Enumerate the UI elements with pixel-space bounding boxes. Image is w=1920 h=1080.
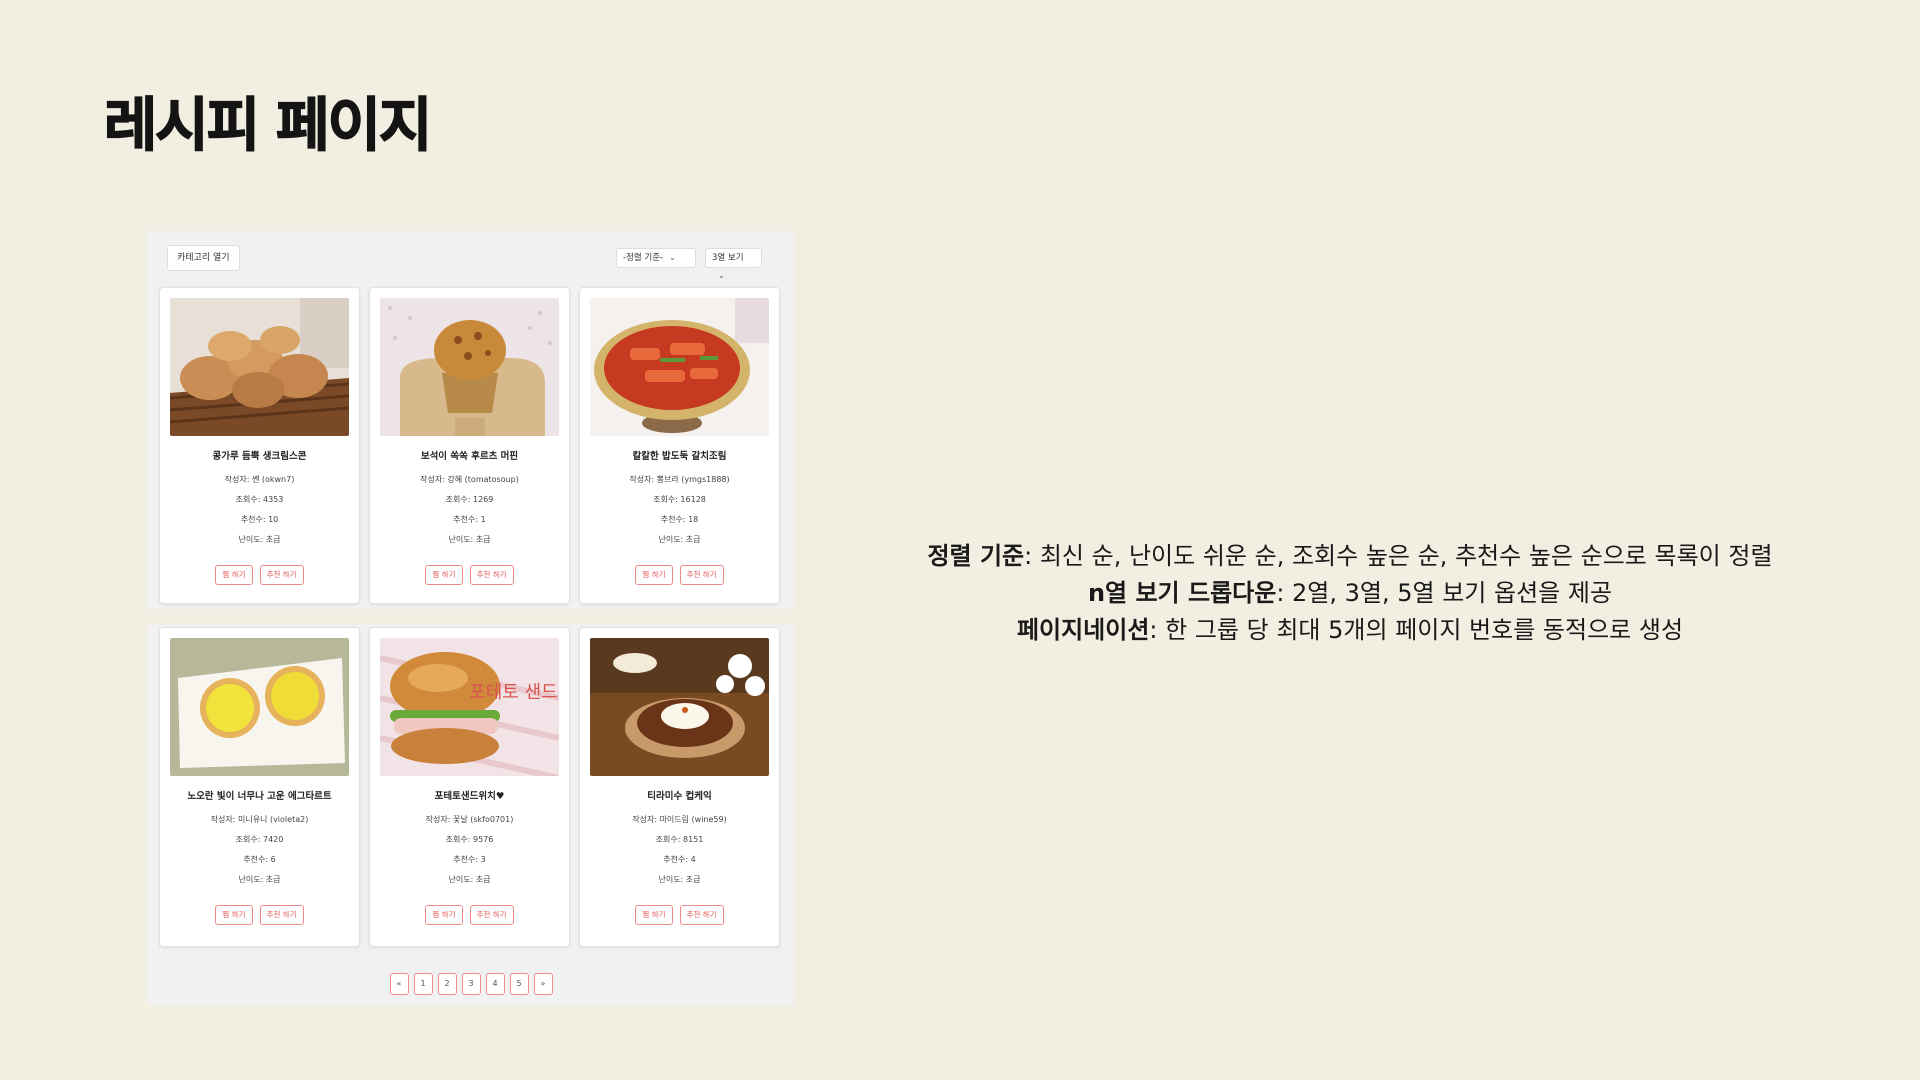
recipe-difficulty: 난이도: 초급: [658, 535, 701, 544]
sort-select-value: -정렬 기준-: [623, 253, 664, 263]
recipe-author: 작성자: 꽃날 (skfo0701): [425, 815, 514, 824]
chevron-down-icon: ⌄: [718, 271, 725, 280]
page-button-3[interactable]: 3: [461, 973, 481, 995]
next-page-button[interactable]: »: [533, 973, 553, 995]
save-button[interactable]: 찜 하기: [425, 565, 463, 585]
recipe-likes: 추천수: 3: [453, 855, 486, 864]
recipe-author: 작성자: 쏀 (okwn7): [224, 475, 295, 484]
toolbar: 카테고리 열기 -정렬 기준- ⌄ 3열 보기 ⌄: [147, 231, 795, 281]
recommend-button[interactable]: 추천 하기: [469, 565, 514, 585]
recommend-button[interactable]: 추천 하기: [679, 565, 724, 585]
recipe-card[interactable]: 보석이 쏙쏙 후르츠 머핀 작성자: 강혜 (tomatosoup) 조회수: …: [369, 287, 570, 604]
page-button-5[interactable]: 5: [509, 973, 529, 995]
recipe-views: 조회수: 8151: [655, 835, 704, 844]
recipe-views: 조회수: 4353: [235, 495, 284, 504]
save-button[interactable]: 찜 하기: [425, 905, 463, 925]
recommend-button[interactable]: 추천 하기: [679, 905, 724, 925]
page-button-2[interactable]: 2: [437, 973, 457, 995]
recipe-image-braised-fish[interactable]: [590, 298, 769, 436]
recipe-card[interactable]: 포테토 샌드위치 포테토샌드위치♥ 작성자: 꽃날 (skfo0701) 조회수…: [369, 627, 570, 947]
description-label: 정렬 기준: [927, 542, 1025, 570]
recipe-author: 작성자: 강혜 (tomatosoup): [420, 475, 519, 484]
slide-title: 레시피 페이지: [103, 90, 433, 160]
description-text: : 2열, 3열, 5열 보기 옵션을 제공: [1276, 579, 1613, 607]
recipe-difficulty: 난이도: 초급: [448, 535, 491, 544]
save-button[interactable]: 찜 하기: [635, 565, 673, 585]
description-label: 페이지네이션: [1016, 616, 1150, 644]
description-text: : 최신 순, 난이도 쉬운 순, 조회수 높은 순, 추천수 높은 순으로 목…: [1024, 542, 1773, 570]
recipe-image-tiramisu[interactable]: [590, 638, 769, 776]
description-line: n열 보기 드롭다운: 2열, 3열, 5열 보기 옵션을 제공: [900, 575, 1800, 612]
recipe-card[interactable]: 노오란 빛이 너무나 고운 에그타르트 작성자: 미니유니 (violeta2)…: [159, 627, 360, 947]
description-line: 정렬 기준: 최신 순, 난이도 쉬운 순, 조회수 높은 순, 추천수 높은 …: [900, 538, 1800, 575]
recipe-image-muffin[interactable]: [380, 298, 559, 436]
pagination: « 1 2 3 4 5 »: [147, 973, 795, 995]
chevron-down-icon: ⌄: [669, 253, 676, 262]
recipe-title[interactable]: 노오란 빛이 너무나 고운 에그타르트: [160, 788, 359, 802]
sort-select[interactable]: -정렬 기준- ⌄: [616, 248, 696, 268]
page-button-1[interactable]: 1: [413, 973, 433, 995]
feature-description: 정렬 기준: 최신 순, 난이도 쉬운 순, 조회수 높은 순, 추천수 높은 …: [900, 538, 1800, 649]
save-button[interactable]: 찜 하기: [215, 905, 253, 925]
recipe-card[interactable]: 티라미수 컵케익 작성자: 마이드림 (wine59) 조회수: 8151 추천…: [579, 627, 780, 947]
recipe-author: 작성자: 뽕브라 (ymgs1888): [629, 475, 730, 484]
recipe-views: 조회수: 16128: [653, 495, 706, 504]
description-text: : 한 그룹 당 최대 5개의 페이지 번호를 동적으로 생성: [1149, 616, 1684, 644]
recipe-title[interactable]: 콩가루 듬뿍 생크림스콘: [160, 448, 359, 462]
recipe-views: 조회수: 7420: [235, 835, 284, 844]
card-actions: 찜 하기 추천 하기: [370, 902, 569, 925]
recommend-button[interactable]: 추천 하기: [469, 905, 514, 925]
recommend-button[interactable]: 추천 하기: [259, 565, 304, 585]
recipe-likes: 추천수: 10: [240, 515, 279, 524]
recommend-button[interactable]: 추천 하기: [259, 905, 304, 925]
recipe-card[interactable]: 콩가루 듬뿍 생크림스콘 작성자: 쏀 (okwn7) 조회수: 4353 추천…: [159, 287, 360, 604]
recipe-title[interactable]: 티라미수 컵케익: [580, 788, 779, 802]
view-columns-select[interactable]: 3열 보기 ⌄: [705, 248, 762, 280]
view-select-value: 3열 보기: [712, 253, 744, 263]
save-button[interactable]: 찜 하기: [635, 905, 673, 925]
recipe-image-potato-sandwich[interactable]: 포테토 샌드위치: [380, 638, 559, 776]
page-button-4[interactable]: 4: [485, 973, 505, 995]
recipe-difficulty: 난이도: 초급: [448, 875, 491, 884]
recipe-card[interactable]: 칼칼한 밥도둑 갈치조림 작성자: 뽕브라 (ymgs1888) 조회수: 16…: [579, 287, 780, 604]
row-divider: [147, 609, 795, 625]
recipe-author: 작성자: 미니유니 (violeta2): [210, 815, 309, 824]
recipe-title[interactable]: 칼칼한 밥도둑 갈치조림: [580, 448, 779, 462]
open-category-button[interactable]: 카테고리 열기: [167, 245, 240, 271]
recipe-likes: 추천수: 1: [453, 515, 486, 524]
recipe-image-egg-tart[interactable]: [170, 638, 349, 776]
description-line: 페이지네이션: 한 그룹 당 최대 5개의 페이지 번호를 동적으로 생성: [900, 612, 1800, 649]
recipe-page-screenshot: 카테고리 열기 -정렬 기준- ⌄ 3열 보기 ⌄ 콩가루 듬뿍 생크림스콘 작성…: [147, 231, 795, 1005]
card-actions: 찜 하기 추천 하기: [160, 562, 359, 585]
recipe-author: 작성자: 마이드림 (wine59): [632, 815, 727, 824]
recipe-image-scones[interactable]: [170, 298, 349, 436]
recipe-title[interactable]: 포테토샌드위치♥: [370, 788, 569, 802]
recipe-title[interactable]: 보석이 쏙쏙 후르츠 머핀: [370, 448, 569, 462]
save-button[interactable]: 찜 하기: [215, 565, 253, 585]
description-label: n열 보기 드롭다운: [1087, 579, 1277, 607]
recipe-difficulty: 난이도: 초급: [658, 875, 701, 884]
card-actions: 찜 하기 추천 하기: [370, 562, 569, 585]
thumb-caption: 포테토 샌드위치: [469, 682, 559, 703]
recipe-likes: 추천수: 18: [660, 515, 699, 524]
recipe-difficulty: 난이도: 초급: [238, 875, 281, 884]
recipe-views: 조회수: 1269: [445, 495, 494, 504]
card-actions: 찜 하기 추천 하기: [580, 902, 779, 925]
recipe-views: 조회수: 9576: [445, 835, 494, 844]
recipe-likes: 추천수: 4: [663, 855, 696, 864]
card-actions: 찜 하기 추천 하기: [160, 902, 359, 925]
card-actions: 찜 하기 추천 하기: [580, 562, 779, 585]
prev-page-button[interactable]: «: [389, 973, 409, 995]
recipe-difficulty: 난이도: 초급: [238, 535, 281, 544]
recipe-likes: 추천수: 6: [243, 855, 276, 864]
